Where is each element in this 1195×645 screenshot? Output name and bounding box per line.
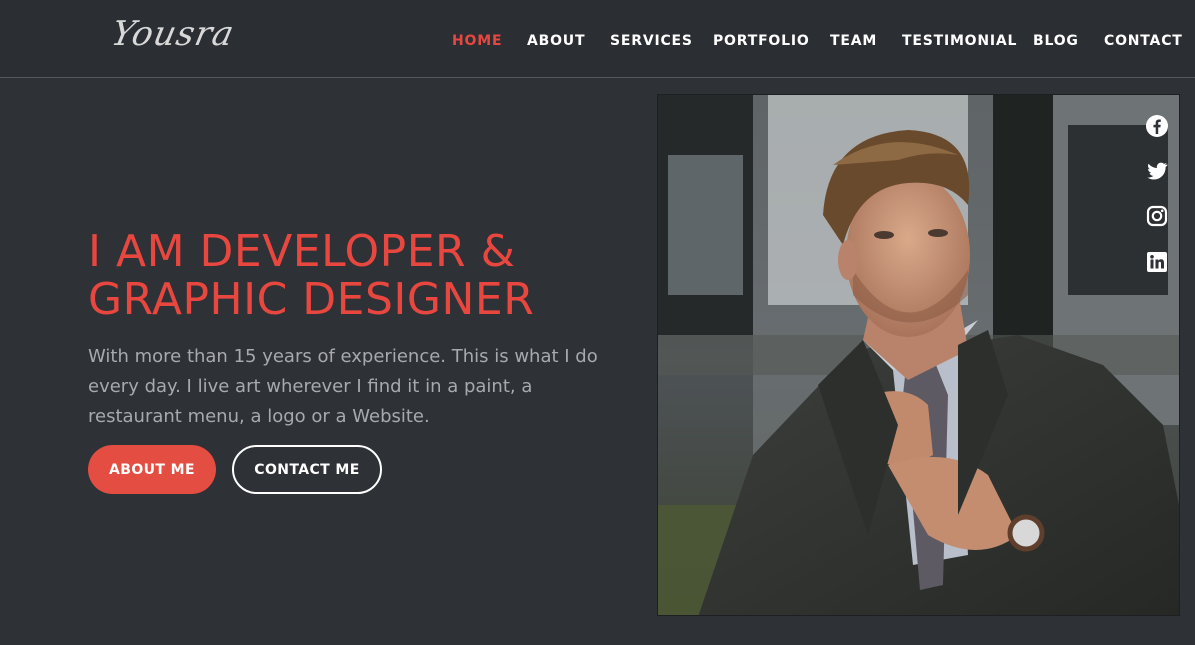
- instagram-icon[interactable]: [1145, 204, 1169, 228]
- nav-testimonial[interactable]: TESTIMONIAL: [902, 33, 1017, 49]
- nav-blog[interactable]: BLOG: [1033, 33, 1079, 49]
- site-header: Yousra HOME ABOUT SERVICES PORTFOLIO TEA…: [0, 0, 1195, 78]
- linkedin-icon[interactable]: [1145, 250, 1169, 274]
- about-me-button[interactable]: ABOUT ME: [88, 445, 216, 494]
- nav-about[interactable]: ABOUT: [527, 33, 585, 49]
- nav-home[interactable]: HOME: [452, 33, 502, 49]
- contact-me-button[interactable]: CONTACT ME: [232, 445, 382, 494]
- hero-title-line1: I AM DEVELOPER &: [88, 226, 516, 277]
- hero-title-line2: GRAPHIC DESIGNER: [88, 274, 535, 325]
- hero-title: I AM DEVELOPER & GRAPHIC DESIGNER: [88, 228, 648, 324]
- portrait-illustration: [658, 95, 1179, 615]
- nav-services[interactable]: SERVICES: [610, 33, 693, 49]
- brand-logo[interactable]: Yousra: [108, 14, 238, 54]
- hero-description: With more than 15 years of experience. T…: [88, 346, 598, 427]
- nav-team[interactable]: TEAM: [830, 33, 877, 49]
- hero-portrait-image: [657, 94, 1180, 616]
- facebook-icon[interactable]: [1145, 114, 1169, 138]
- nav-contact[interactable]: CONTACT: [1104, 33, 1183, 49]
- twitter-icon[interactable]: [1145, 159, 1169, 183]
- nav-portfolio[interactable]: PORTFOLIO: [713, 33, 810, 49]
